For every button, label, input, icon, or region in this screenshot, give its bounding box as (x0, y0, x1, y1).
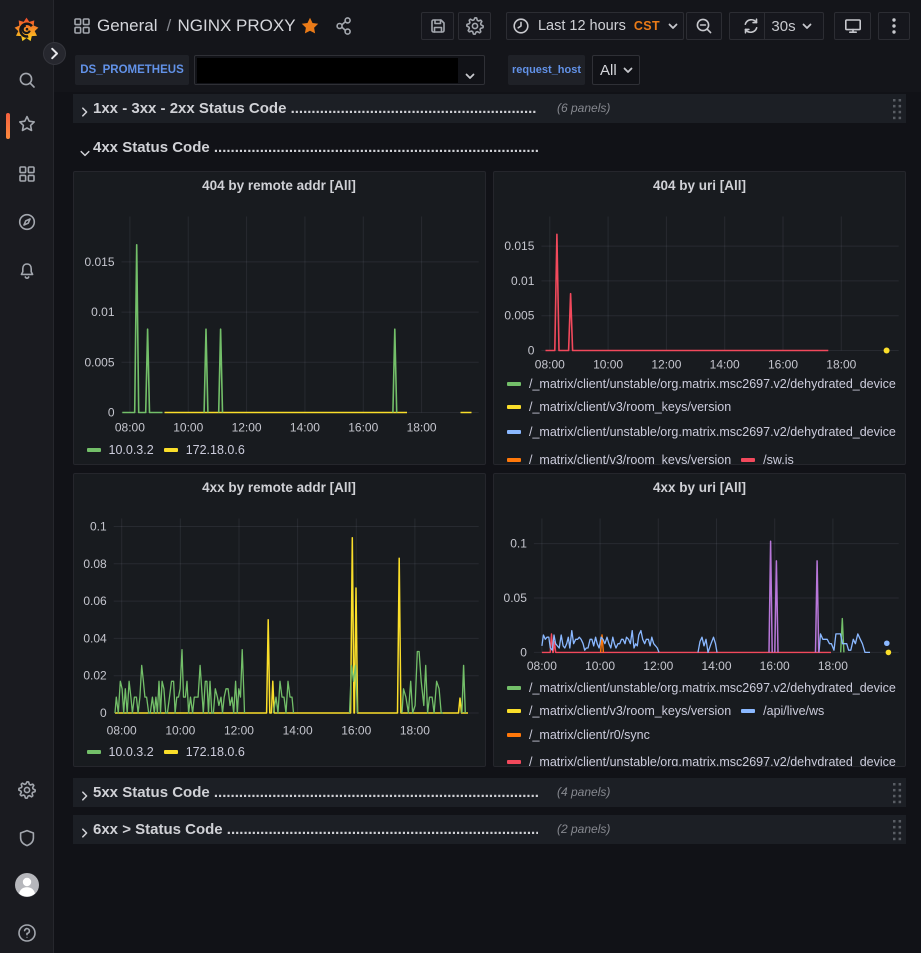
svg-text:0: 0 (107, 405, 114, 419)
svg-text:0.1: 0.1 (510, 536, 527, 550)
svg-text:08:00: 08:00 (527, 659, 557, 673)
svg-text:10:00: 10:00 (585, 659, 615, 673)
svg-text:0.015: 0.015 (504, 239, 534, 253)
svg-text:16:00: 16:00 (768, 357, 798, 371)
svg-text:12:00: 12:00 (223, 723, 253, 737)
svg-text:18:00: 18:00 (406, 420, 436, 434)
svg-text:14:00: 14:00 (289, 420, 319, 434)
svg-text:14:00: 14:00 (282, 723, 312, 737)
svg-text:0.05: 0.05 (504, 591, 528, 605)
svg-text:18:00: 18:00 (818, 659, 848, 673)
svg-text:18:00: 18:00 (826, 357, 856, 371)
svg-text:14:00: 14:00 (701, 659, 731, 673)
svg-text:0: 0 (528, 343, 535, 357)
svg-text:0.015: 0.015 (84, 254, 114, 268)
svg-text:12:00: 12:00 (231, 420, 261, 434)
svg-text:0.04: 0.04 (83, 631, 107, 645)
svg-text:10:00: 10:00 (165, 723, 195, 737)
svg-text:12:00: 12:00 (643, 659, 673, 673)
svg-text:14:00: 14:00 (710, 357, 740, 371)
svg-text:16:00: 16:00 (348, 420, 378, 434)
svg-text:0.005: 0.005 (84, 355, 114, 369)
svg-text:0.1: 0.1 (90, 519, 107, 533)
svg-text:08:00: 08:00 (114, 420, 144, 434)
svg-text:18:00: 18:00 (399, 723, 429, 737)
svg-text:12:00: 12:00 (651, 357, 681, 371)
svg-text:16:00: 16:00 (341, 723, 371, 737)
svg-text:16:00: 16:00 (760, 659, 790, 673)
svg-text:0.08: 0.08 (83, 556, 107, 570)
svg-text:10:00: 10:00 (593, 357, 623, 371)
svg-text:0: 0 (520, 645, 527, 659)
svg-text:08:00: 08:00 (535, 357, 565, 371)
svg-text:0.02: 0.02 (83, 668, 107, 682)
svg-text:0: 0 (100, 706, 107, 720)
svg-text:08:00: 08:00 (106, 723, 136, 737)
svg-text:0.06: 0.06 (83, 594, 107, 608)
svg-text:10:00: 10:00 (173, 420, 203, 434)
svg-text:0.005: 0.005 (504, 308, 534, 322)
svg-text:0.01: 0.01 (511, 273, 535, 287)
svg-text:0.01: 0.01 (91, 305, 115, 319)
